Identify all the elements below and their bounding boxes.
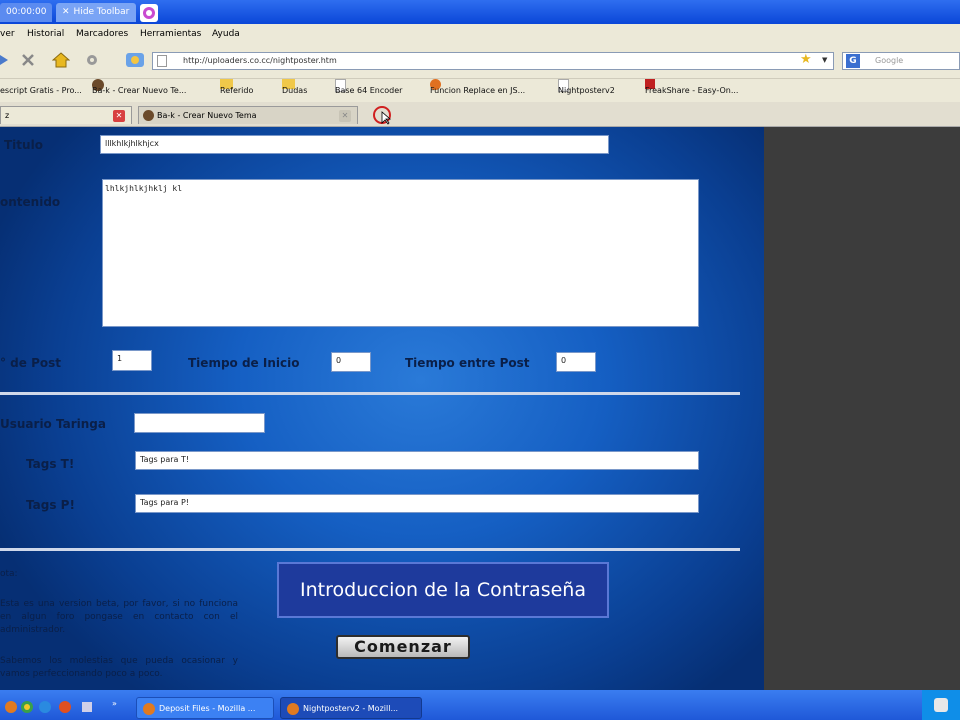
bookmark-item[interactable]: escript Gratis - Pro... <box>0 79 82 103</box>
tagsp-label: Tags P! <box>26 498 75 512</box>
taskbar-task-label: Deposit Files - Mozilla ... <box>159 704 256 713</box>
titulo-input[interactable]: lllkhlkjhlkhjcx <box>100 135 609 154</box>
menu-ayuda[interactable]: Ayuda <box>212 24 240 44</box>
contenido-label: ontenido <box>0 195 61 209</box>
firefox-icon <box>287 703 299 715</box>
quicklaunch-media-icon[interactable] <box>80 699 94 718</box>
note-paragraph: Sabemos los molestias que pueda ocasiona… <box>0 656 238 679</box>
tagsp-input[interactable]: Tags para P! <box>135 494 699 513</box>
quicklaunch-browser-icon[interactable] <box>58 699 72 718</box>
contenido-textarea[interactable]: lhlkjhlkjhklj kl <box>102 179 699 327</box>
npost-label: ° de Post <box>0 356 62 370</box>
npost-input[interactable]: 1 <box>112 350 152 371</box>
menu-ver[interactable]: ver <box>0 24 15 44</box>
usuario-input[interactable] <box>134 413 265 433</box>
bookmark-item-label: FreakShare - Easy-On... <box>645 86 739 95</box>
app-icon[interactable] <box>140 4 158 22</box>
bookmark-star-icon[interactable]: ★ <box>800 53 812 67</box>
tagst-input[interactable]: Tags para T! <box>135 451 699 470</box>
bookmark-item-label: Nightposterv2 <box>558 86 615 95</box>
home-icon[interactable] <box>51 51 71 73</box>
taskbar-task-deposit-files[interactable]: Deposit Files - Mozilla ... <box>136 697 274 719</box>
close-icon[interactable]: ✕ <box>62 7 70 17</box>
note-title: ota: <box>0 569 18 579</box>
tagst-label: Tags T! <box>26 457 75 471</box>
page-background-right <box>764 127 960 690</box>
search-placeholder: Google <box>875 56 904 65</box>
note-paragraph: Esta es una version beta, por favor, si … <box>0 599 238 635</box>
stop-icon[interactable] <box>20 52 36 72</box>
password-heading: Introduccion de la Contraseña <box>277 562 609 618</box>
title-tab-hide-toolbar[interactable]: ✕ Hide Toolbar <box>56 3 136 22</box>
google-icon[interactable]: G <box>846 54 860 68</box>
tab-crear-nuevo-tema[interactable]: Ba-k - Crear Nuevo Tema ✕ <box>138 106 358 124</box>
title-tab-timer[interactable]: 00:00:00 <box>0 3 52 22</box>
url-bar[interactable]: http://uploaders.co.cc/nightposter.htm <box>152 52 834 70</box>
bookmarks-toolbar: escript Gratis - Pro... Ba-k - Crear Nue… <box>0 78 960 103</box>
bookmark-item-label: Ba-k - Crear Nuevo Te... <box>92 86 187 95</box>
url-dropdown-icon[interactable]: ▼ <box>822 56 827 64</box>
taskbar-expand-icon[interactable]: » <box>112 699 117 708</box>
tab-current[interactable]: z ✕ <box>0 106 132 124</box>
bookmark-item-label: Dudas <box>282 86 308 95</box>
inicio-input[interactable]: 0 <box>331 352 371 372</box>
addon-icon[interactable] <box>124 50 146 74</box>
bookmark-item-label: Base 64 Encoder <box>335 86 403 95</box>
tab-crear-nuevo-tema-label: Ba-k - Crear Nuevo Tema <box>157 111 257 120</box>
quicklaunch-chrome-icon[interactable] <box>20 699 34 718</box>
quicklaunch-ie-icon[interactable] <box>38 699 52 718</box>
close-icon[interactable]: ✕ <box>113 110 125 122</box>
inicio-label: Tiempo de Inicio <box>188 356 300 370</box>
start-button[interactable]: Comenzar <box>336 635 470 659</box>
divider <box>0 392 740 395</box>
entre-input[interactable]: 0 <box>556 352 596 372</box>
monkey-icon <box>143 110 154 121</box>
close-icon[interactable]: ✕ <box>339 110 351 122</box>
taskbar-task-nightposter[interactable]: Nightposterv2 - Mozill... <box>280 697 422 719</box>
quicklaunch-firefox-icon[interactable] <box>4 699 18 718</box>
entre-label: Tiempo entre Post <box>405 356 530 370</box>
menu-bar: ver Historial Marcadores Herramientas Ay… <box>0 24 960 44</box>
tools-icon[interactable] <box>84 52 100 72</box>
usuario-label: Usuario Taringa <box>0 417 106 431</box>
menu-marcadores[interactable]: Marcadores <box>76 24 128 44</box>
search-input[interactable]: G Google <box>842 52 960 70</box>
title-tab-timer-label: 00:00:00 <box>6 7 47 17</box>
url-text: http://uploaders.co.cc/nightposter.htm <box>183 56 337 65</box>
title-tab-hide-toolbar-label: Hide Toolbar <box>73 7 130 17</box>
tab-current-label: z <box>5 111 10 120</box>
tray-network-icon[interactable] <box>934 698 948 712</box>
divider <box>0 548 740 551</box>
page-icon <box>157 55 167 67</box>
menu-historial[interactable]: Historial <box>27 24 64 44</box>
menu-herramientas[interactable]: Herramientas <box>140 24 201 44</box>
titulo-label: Titulo <box>4 138 43 152</box>
forward-icon[interactable] <box>0 52 10 72</box>
taskbar-task-label: Nightposterv2 - Mozill... <box>303 704 399 713</box>
system-tray <box>922 690 960 720</box>
bookmark-item-label: Funcion Replace en JS... <box>430 86 526 95</box>
bookmark-item-label: Referido <box>220 86 254 95</box>
firefox-icon <box>143 703 155 715</box>
